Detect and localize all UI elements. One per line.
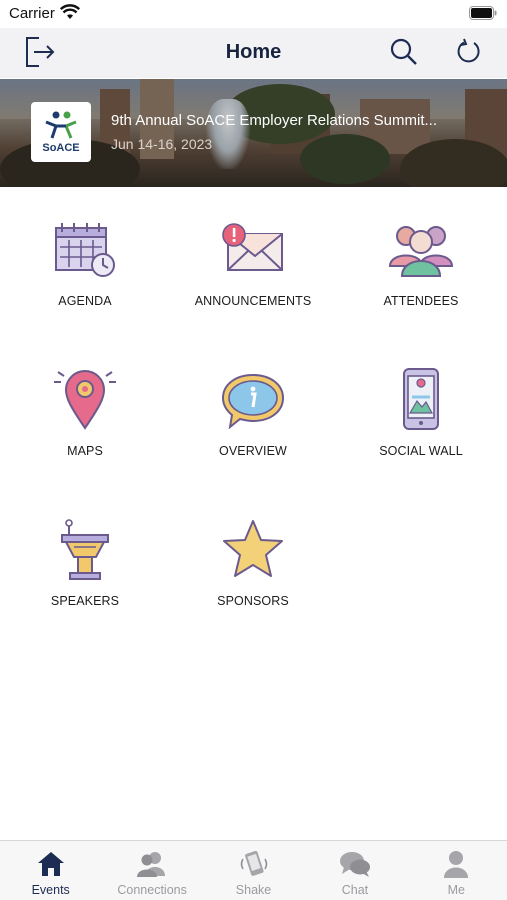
podium-icon <box>50 514 120 584</box>
module-announcements[interactable]: ANNOUNCEMENTS <box>169 188 337 318</box>
event-title: 9th Annual SoACE Employer Relations Summ… <box>111 112 437 129</box>
module-label: SPONSORS <box>217 594 289 608</box>
tab-label: Events <box>31 883 70 897</box>
tab-bar: Events Connections Shake Chat Me <box>0 840 507 900</box>
people-icon <box>135 849 169 879</box>
exit-icon <box>23 36 57 73</box>
people-group-icon <box>386 214 456 284</box>
tab-shake[interactable]: Shake <box>203 841 304 900</box>
star-icon <box>218 514 288 584</box>
tab-events[interactable]: Events <box>0 841 101 900</box>
module-label: AGENDA <box>58 294 112 308</box>
map-pin-icon <box>50 364 120 434</box>
module-label: SPEAKERS <box>50 594 120 608</box>
tab-label: Chat <box>341 883 369 897</box>
event-logo: SoACE <box>31 102 91 162</box>
house-icon <box>36 849 66 879</box>
phone-photo-icon <box>386 364 456 434</box>
tab-connections[interactable]: Connections <box>101 841 202 900</box>
event-date: Jun 14-16, 2023 <box>111 136 213 152</box>
tab-label: Me <box>447 883 466 897</box>
refresh-icon <box>455 38 483 71</box>
navigation-bar: Home <box>0 28 507 78</box>
module-speakers[interactable]: SPEAKERS <box>1 488 169 618</box>
wifi-icon <box>59 4 81 25</box>
tab-label: Shake <box>235 883 272 897</box>
module-sponsors[interactable]: SPONSORS <box>169 488 337 618</box>
exit-button[interactable] <box>22 36 58 72</box>
module-agenda[interactable]: AGENDA <box>1 188 169 318</box>
status-bar: Carrier <box>0 0 507 28</box>
info-bubble-icon <box>218 364 288 434</box>
carrier-label: Carrier <box>9 5 55 22</box>
module-label: OVERVIEW <box>219 444 287 458</box>
tab-me[interactable]: Me <box>406 841 507 900</box>
page-title: Home <box>225 41 282 63</box>
module-maps[interactable]: MAPS <box>1 338 169 468</box>
module-label: SOCIAL WALL <box>379 444 463 458</box>
person-icon <box>442 849 470 879</box>
event-banner[interactable]: SoACE 9th Annual SoACE Employer Relation… <box>0 79 507 187</box>
module-label: ANNOUNCEMENTS <box>194 294 312 308</box>
tab-label: Connections <box>117 883 187 897</box>
logo-figure-icon <box>45 111 77 139</box>
tab-chat[interactable]: Chat <box>304 841 405 900</box>
battery-icon <box>469 6 497 25</box>
chat-bubbles-icon <box>339 849 371 879</box>
refresh-button[interactable] <box>451 36 487 72</box>
search-button[interactable] <box>386 36 422 72</box>
module-label: MAPS <box>67 444 103 458</box>
phone-shake-icon <box>239 849 269 879</box>
envelope-alert-icon <box>218 214 288 284</box>
search-icon <box>390 38 418 71</box>
module-overview[interactable]: OVERVIEW <box>169 338 337 468</box>
logo-text: SoACE <box>42 142 80 154</box>
module-label: ATTENDEES <box>383 294 459 308</box>
calendar-clock-icon <box>50 214 120 284</box>
module-social-wall[interactable]: SOCIAL WALL <box>337 338 505 468</box>
module-attendees[interactable]: ATTENDEES <box>337 188 505 318</box>
